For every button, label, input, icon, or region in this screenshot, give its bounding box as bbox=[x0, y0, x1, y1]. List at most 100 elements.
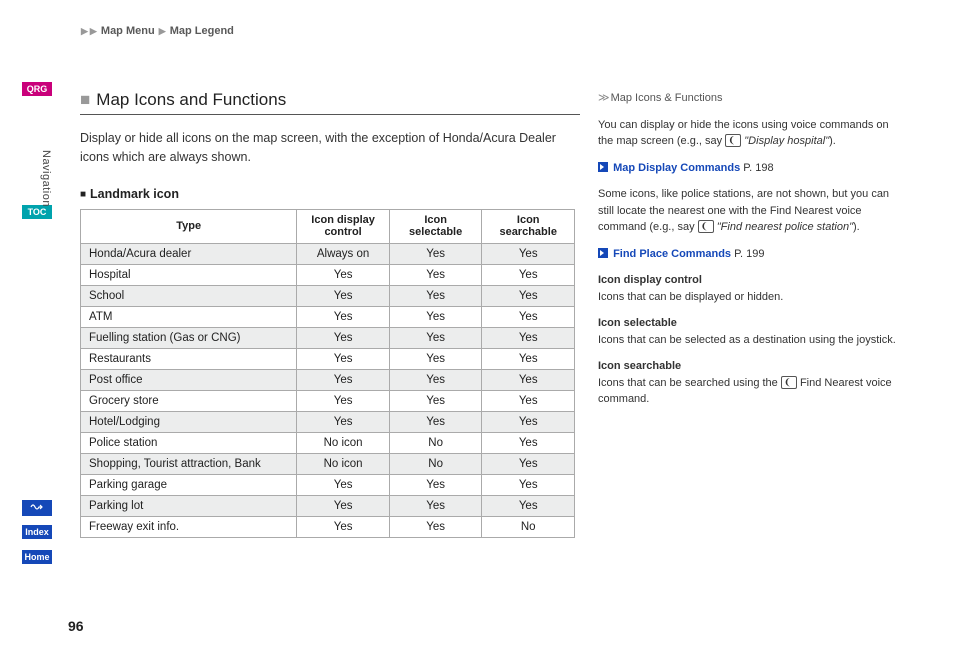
table-row: Honda/Acura dealerAlways onYesYes bbox=[81, 243, 575, 264]
aside-crosslink[interactable]: Find Place Commands P. 199 bbox=[598, 246, 898, 263]
cell-selectable: Yes bbox=[389, 474, 482, 495]
cell-searchable: Yes bbox=[482, 327, 575, 348]
term-desc: Icons that can be displayed or hidden. bbox=[598, 291, 783, 303]
cell-searchable: Yes bbox=[482, 495, 575, 516]
aside-crosslink[interactable]: Map Display Commands P. 198 bbox=[598, 160, 898, 177]
cell-type: Shopping, Tourist attraction, Bank bbox=[81, 453, 297, 474]
term-label: Icon display control bbox=[598, 272, 898, 289]
cell-selectable: No bbox=[389, 453, 482, 474]
cell-display: Yes bbox=[297, 348, 390, 369]
cell-type: Parking garage bbox=[81, 474, 297, 495]
cell-display: Yes bbox=[297, 327, 390, 348]
cell-type: Grocery store bbox=[81, 390, 297, 411]
voice-command-icon: ❨ bbox=[698, 220, 714, 233]
title-marker-icon: ■ bbox=[80, 90, 90, 109]
tab-index[interactable]: Index bbox=[22, 525, 52, 539]
intro-text: Display or hide all icons on the map scr… bbox=[80, 129, 580, 167]
cell-display: Yes bbox=[297, 390, 390, 411]
col-searchable: Icon searchable bbox=[482, 209, 575, 243]
table-header-row: Type Icon display control Icon selectabl… bbox=[81, 209, 575, 243]
col-display: Icon display control bbox=[297, 209, 390, 243]
cell-type: Post office bbox=[81, 369, 297, 390]
aside-title-text: Map Icons & Functions bbox=[611, 92, 723, 104]
cell-display: Yes bbox=[297, 474, 390, 495]
cell-display: Yes bbox=[297, 411, 390, 432]
cell-searchable: Yes bbox=[482, 306, 575, 327]
cell-selectable: Yes bbox=[389, 285, 482, 306]
cell-selectable: Yes bbox=[389, 264, 482, 285]
page-number: 96 bbox=[68, 618, 84, 634]
cell-searchable: Yes bbox=[482, 285, 575, 306]
breadcrumb-item[interactable]: Map Menu bbox=[101, 25, 155, 37]
cell-display: Yes bbox=[297, 516, 390, 537]
cell-searchable: Yes bbox=[482, 411, 575, 432]
tab-home[interactable]: Home bbox=[22, 550, 52, 564]
table-row: Shopping, Tourist attraction, BankNo ico… bbox=[81, 453, 575, 474]
table-row: Hotel/LodgingYesYesYes bbox=[81, 411, 575, 432]
section-label-vertical: Navigation bbox=[40, 150, 52, 207]
cell-type: Hospital bbox=[81, 264, 297, 285]
cell-selectable: Yes bbox=[389, 348, 482, 369]
table-row: Freeway exit info.YesYesNo bbox=[81, 516, 575, 537]
cell-display: Yes bbox=[297, 306, 390, 327]
cell-display: Yes bbox=[297, 285, 390, 306]
subheading-marker-icon: ■ bbox=[80, 189, 86, 200]
term-desc: Icons that can be selected as a destinat… bbox=[598, 334, 896, 346]
breadcrumb-arrow-icon: ▶ bbox=[81, 26, 88, 36]
table-row: Post officeYesYesYes bbox=[81, 369, 575, 390]
breadcrumb: ▶▶ Map Menu ▶ Map Legend bbox=[80, 25, 234, 37]
cell-display: Yes bbox=[297, 369, 390, 390]
cell-display: No icon bbox=[297, 453, 390, 474]
breadcrumb-item[interactable]: Map Legend bbox=[170, 25, 234, 37]
table-row: Grocery storeYesYesYes bbox=[81, 390, 575, 411]
main-content: ■ Map Icons and Functions Display or hide… bbox=[80, 90, 580, 538]
cell-type: School bbox=[81, 285, 297, 306]
table-row: Parking lotYesYesYes bbox=[81, 495, 575, 516]
link-find-place-commands[interactable]: Find Place Commands bbox=[613, 248, 731, 260]
aside-title: ≫ Map Icons & Functions bbox=[598, 90, 898, 107]
cell-type: Honda/Acura dealer bbox=[81, 243, 297, 264]
link-map-display-commands[interactable]: Map Display Commands bbox=[613, 162, 740, 174]
voice-command-icon: ❨ bbox=[725, 134, 741, 147]
tab-toc[interactable]: TOC bbox=[22, 205, 52, 219]
cell-type: Parking lot bbox=[81, 495, 297, 516]
page-title: ■ Map Icons and Functions bbox=[80, 90, 580, 115]
aside-title-icon: ≫ bbox=[598, 91, 608, 104]
link-arrow-icon bbox=[598, 162, 608, 172]
voice-command-icon: ❨ bbox=[781, 376, 797, 389]
cell-searchable: Yes bbox=[482, 348, 575, 369]
cell-searchable: Yes bbox=[482, 453, 575, 474]
tab-voice-icon[interactable] bbox=[22, 500, 52, 516]
cell-selectable: No bbox=[389, 432, 482, 453]
aside-definition: Icon display control Icons that can be d… bbox=[598, 272, 898, 305]
cell-display: No icon bbox=[297, 432, 390, 453]
cell-selectable: Yes bbox=[389, 369, 482, 390]
aside-definition: Icon searchable Icons that can be search… bbox=[598, 358, 898, 408]
cell-searchable: Yes bbox=[482, 390, 575, 411]
cell-searchable: Yes bbox=[482, 264, 575, 285]
table-row: HospitalYesYesYes bbox=[81, 264, 575, 285]
cell-display: Yes bbox=[297, 264, 390, 285]
table-row: ATMYesYesYes bbox=[81, 306, 575, 327]
aside-notes: ≫ Map Icons & Functions You can display … bbox=[598, 90, 898, 418]
subheading-text: Landmark icon bbox=[90, 187, 179, 201]
landmark-icon-table: Type Icon display control Icon selectabl… bbox=[80, 209, 575, 538]
cell-searchable: Yes bbox=[482, 432, 575, 453]
cell-selectable: Yes bbox=[389, 306, 482, 327]
cell-type: ATM bbox=[81, 306, 297, 327]
breadcrumb-arrow-icon: ▶ bbox=[90, 26, 97, 36]
cell-searchable: Yes bbox=[482, 243, 575, 264]
table-row: Parking garageYesYesYes bbox=[81, 474, 575, 495]
term-label: Icon selectable bbox=[598, 315, 898, 332]
subheading-landmark: ■ Landmark icon bbox=[80, 187, 580, 201]
cell-selectable: Yes bbox=[389, 327, 482, 348]
page-title-text: Map Icons and Functions bbox=[96, 90, 286, 109]
cell-type: Police station bbox=[81, 432, 297, 453]
cell-type: Hotel/Lodging bbox=[81, 411, 297, 432]
tab-qrg[interactable]: QRG bbox=[22, 82, 52, 96]
term-label: Icon searchable bbox=[598, 358, 898, 375]
table-row: Police stationNo iconNoYes bbox=[81, 432, 575, 453]
cell-selectable: Yes bbox=[389, 516, 482, 537]
aside-paragraph: Some icons, like police stations, are no… bbox=[598, 186, 898, 236]
cell-selectable: Yes bbox=[389, 243, 482, 264]
